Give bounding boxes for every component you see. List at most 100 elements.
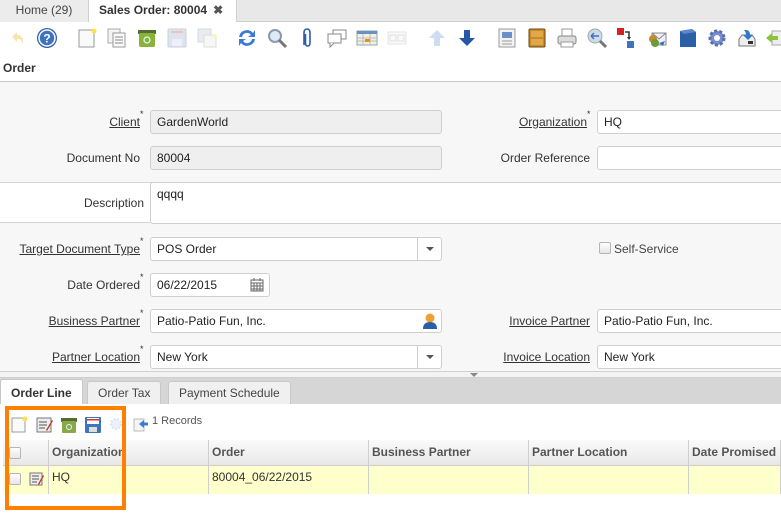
save-icon	[167, 28, 187, 48]
attachment-icon[interactable]	[296, 27, 318, 49]
document-no-label: Document No	[66, 151, 140, 165]
partner-location-label[interactable]: Partner Location	[52, 350, 140, 364]
order-reference-field[interactable]	[597, 146, 781, 170]
required-mark: *	[140, 109, 144, 119]
date-ordered-field[interactable]: 06/22/2015	[150, 273, 247, 297]
document-no-field[interactable]: 80004	[150, 146, 442, 170]
tab-sales-order[interactable]: Sales Order: 80004 ✖	[89, 0, 237, 23]
client-label[interactable]: Client	[109, 115, 140, 129]
cell-partner-location[interactable]	[529, 466, 689, 494]
column-header-partner-location[interactable]: Partner Location	[529, 440, 689, 466]
copy-record-icon[interactable]	[106, 27, 128, 49]
chevron-down-icon[interactable]	[417, 238, 441, 260]
tab-payment-schedule[interactable]: Payment Schedule	[168, 381, 291, 404]
tab-order-tax[interactable]: Order Tax	[87, 381, 162, 404]
cell-order[interactable]: 80004_06/22/2015	[209, 466, 369, 494]
tab-order-line-label: Order Line	[11, 386, 72, 400]
business-partner-label[interactable]: Business Partner	[49, 314, 140, 328]
next-record-icon[interactable]	[456, 27, 478, 49]
window-title: Order	[3, 61, 36, 75]
cell-organization[interactable]: HQ	[49, 466, 209, 494]
cell-business-partner[interactable]	[369, 466, 529, 494]
help-icon[interactable]: ?	[36, 27, 58, 49]
save-icon[interactable]	[84, 416, 102, 434]
previous-record-icon	[429, 30, 445, 46]
request-icon[interactable]	[616, 27, 638, 49]
delete-icon[interactable]	[136, 27, 158, 49]
detail-toolbar: 1 Records	[0, 404, 781, 440]
required-mark: *	[140, 236, 144, 246]
edit-row-icon[interactable]	[29, 471, 45, 487]
print-icon[interactable]	[556, 27, 578, 49]
tab-order-tax-label: Order Tax	[98, 386, 151, 400]
column-header-business-partner[interactable]: Business Partner	[369, 440, 529, 466]
zoom-across-icon[interactable]	[586, 27, 608, 49]
new-record-icon[interactable]	[76, 27, 98, 49]
required-mark: *	[140, 272, 144, 282]
target-document-type-label[interactable]: Target Document Type	[19, 242, 140, 256]
tab-payment-schedule-label: Payment Schedule	[179, 386, 280, 400]
back-icon[interactable]	[764, 27, 781, 49]
invoice-location-label[interactable]: Invoice Location	[503, 350, 590, 364]
business-partner-lookup-icon[interactable]	[422, 312, 438, 330]
report-icon[interactable]	[496, 27, 518, 49]
window-tab-bar: Home (29) Sales Order: 80004 ✖	[0, 0, 781, 23]
invoice-partner-field[interactable]: Patio-Patio Fun, Inc.	[597, 309, 781, 333]
invoice-partner-label[interactable]: Invoice Partner	[509, 314, 590, 328]
calendar-button[interactable]	[246, 273, 270, 297]
select-all-checkbox[interactable]	[9, 447, 21, 459]
refresh-icon[interactable]	[236, 27, 258, 49]
required-mark: *	[587, 109, 591, 119]
undo-icon[interactable]	[6, 27, 28, 49]
process-icon	[110, 418, 122, 430]
business-partner-value: Patio-Patio Fun, Inc.	[157, 314, 266, 328]
invoice-location-field[interactable]: New York	[597, 345, 781, 369]
tab-order-line[interactable]: Order Line	[0, 379, 83, 404]
required-mark: *	[140, 308, 144, 318]
row-select-cell	[3, 466, 49, 494]
calendar-icon	[250, 278, 264, 292]
close-icon[interactable]: ✖	[213, 3, 223, 17]
detail-splitter[interactable]	[0, 371, 781, 378]
cell-date-promised[interactable]	[689, 466, 781, 494]
new-record-icon[interactable]	[11, 416, 29, 434]
save-create-icon	[197, 28, 217, 48]
product-info-icon[interactable]	[646, 27, 668, 49]
partner-location-select[interactable]: New York	[150, 345, 442, 369]
column-header-order[interactable]: Order	[209, 440, 369, 466]
order-reference-label: Order Reference	[500, 151, 590, 165]
detail-tab-bar: Order Line Order Tax Payment Schedule	[0, 378, 781, 404]
multi-view-icon	[387, 31, 407, 45]
tab-home[interactable]: Home (29)	[0, 0, 89, 22]
process-icon[interactable]	[706, 27, 728, 49]
self-service-checkbox[interactable]	[599, 242, 611, 254]
column-header-date-promised[interactable]: Date Promised	[689, 440, 781, 466]
self-service-label: Self-Service	[614, 242, 679, 256]
organization-label[interactable]: Organization	[519, 115, 587, 129]
business-partner-field[interactable]: Patio-Patio Fun, Inc.	[150, 309, 442, 333]
chat-icon[interactable]	[326, 27, 348, 49]
workflow-icon[interactable]	[676, 27, 698, 49]
required-mark: *	[140, 344, 144, 354]
find-icon[interactable]	[266, 27, 288, 49]
grid-header-select	[3, 440, 49, 466]
target-document-type-value: POS Order	[157, 242, 217, 256]
chevron-down-icon[interactable]	[417, 346, 441, 368]
tab-sales-order-label: Sales Order: 80004	[99, 3, 208, 17]
toggle-grid-icon[interactable]	[133, 416, 149, 432]
svg-text:?: ?	[43, 32, 50, 46]
delete-icon[interactable]	[60, 416, 78, 434]
edit-record-icon[interactable]	[36, 416, 54, 434]
target-document-type-select[interactable]: POS Order	[150, 237, 442, 261]
organization-field[interactable]: HQ	[597, 110, 781, 134]
main-toolbar: ?	[0, 22, 781, 54]
archive-icon[interactable]	[526, 27, 548, 49]
description-label: Description	[83, 196, 144, 210]
column-header-organization[interactable]: Organization	[49, 440, 209, 466]
row-checkbox[interactable]	[9, 473, 21, 485]
description-field[interactable]: qqqq	[150, 182, 781, 224]
grid-toggle-icon[interactable]	[356, 27, 378, 49]
client-field[interactable]: GardenWorld	[150, 110, 442, 134]
partner-location-value: New York	[157, 350, 208, 364]
export-icon[interactable]	[736, 27, 758, 49]
